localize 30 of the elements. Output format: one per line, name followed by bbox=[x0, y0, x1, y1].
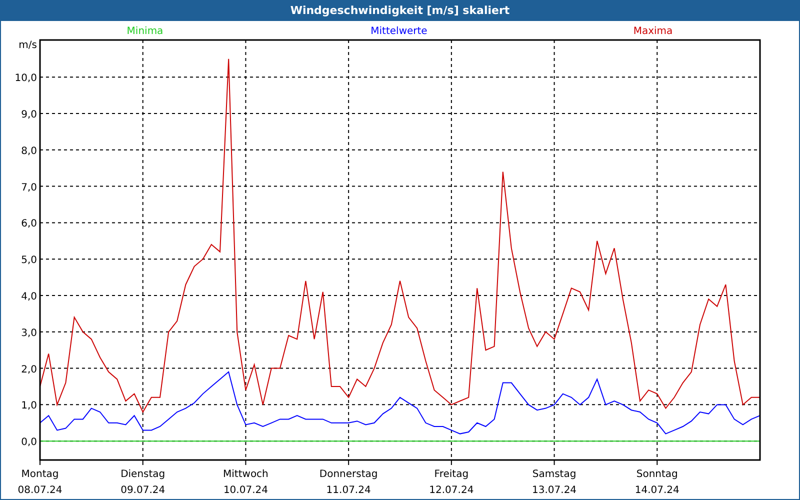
axis-tick-label: Dienstag bbox=[120, 469, 166, 480]
axis-tick-label: 2,0 bbox=[21, 364, 37, 376]
axis-tick-label: Sonntag bbox=[636, 469, 678, 480]
date-label: 12.07.24 bbox=[429, 485, 474, 496]
axis-tick-label: Donnerstag bbox=[319, 469, 378, 480]
date-label: 11.07.24 bbox=[326, 485, 371, 496]
date-label: 09.07.24 bbox=[120, 485, 166, 496]
axis-tick-label: Montag bbox=[21, 469, 59, 480]
axis-tick-label: Mittwoch bbox=[223, 469, 268, 480]
axis-tick-label: 8,0 bbox=[21, 146, 37, 157]
axis-tick-label: Freitag bbox=[434, 469, 469, 480]
date-label: 13.07.24 bbox=[532, 485, 577, 496]
axis-tick-label: 10,0 bbox=[14, 73, 37, 84]
legend-label: Minima bbox=[126, 26, 164, 37]
axis-unit-label: m/s bbox=[18, 40, 37, 51]
axis-tick-label: Samstag bbox=[532, 469, 576, 480]
axis-tick-label: 5,0 bbox=[21, 255, 37, 266]
axis-tick-label: 4,0 bbox=[21, 292, 37, 302]
date-label: 08.07.24 bbox=[18, 485, 62, 496]
axis-tick-label: 7,0 bbox=[21, 182, 37, 194]
date-label: 14.07.24 bbox=[634, 485, 680, 496]
legend-label: Mittelwerte bbox=[370, 26, 428, 37]
window-title: Windgeschwindigkeit [m/s] skaliert bbox=[1, 1, 799, 21]
axis-tick-label: 0,0 bbox=[21, 437, 37, 448]
axis-tick-label: 1,0 bbox=[21, 400, 37, 412]
axis-tick-label: 3,0 bbox=[21, 328, 37, 339]
legend-label: Maxima bbox=[633, 26, 673, 37]
axis-tick-label: 9,0 bbox=[21, 110, 37, 121]
date-label: 10.07.24 bbox=[223, 485, 268, 496]
axis-tick-label: 6,0 bbox=[21, 218, 37, 230]
